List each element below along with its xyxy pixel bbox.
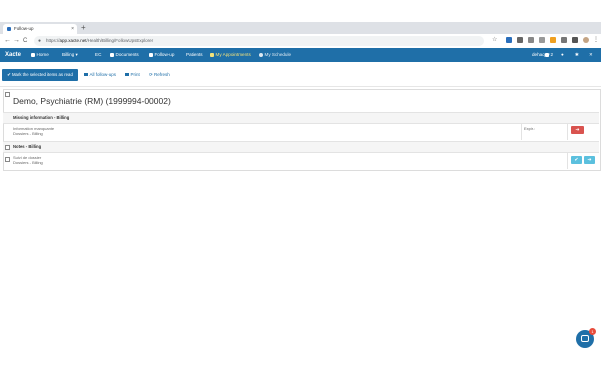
item-subtitle: Dossiers - Billing [13,160,43,165]
top-blank [0,0,601,22]
arrow-right-icon: ➜ [575,127,580,133]
section-header-notes: Notes - Billing [3,141,599,153]
messages-indicator[interactable]: 2 [545,48,553,62]
nav-item-follow-up[interactable]: Follow-up [149,48,174,62]
section-header-missing-info: Missing information - Billing [3,112,599,124]
patient-checkbox[interactable] [5,92,10,97]
divider [567,123,568,140]
forward-button[interactable]: ➜ [571,126,584,134]
browser-toolbar: ← → C ● https://app.xacte.net/Health/Bil… [0,34,601,49]
extension-icon[interactable] [539,37,545,43]
arrow-right-icon: ➜ [587,157,592,163]
browser-menu-icon[interactable]: ⋮ [593,37,599,43]
nav-item-my-schedule[interactable]: My Schedule [259,48,291,62]
extension-icon[interactable] [506,37,512,43]
favicon-icon [7,27,11,31]
nav-item-documents[interactable]: Documents [110,48,139,62]
chat-icon [581,335,589,342]
nav-item-my-appointments[interactable]: My Appointments [210,48,251,62]
app-navbar: Xacte Home Billing ▾ EC Documents Follow… [0,48,601,62]
refresh-button[interactable]: ⟳ Refresh [149,69,170,81]
nav-item-patients[interactable]: Patients [186,48,203,62]
folder-icon [110,52,114,57]
mark-read-button[interactable]: ✔ Mark the selected items as read [2,69,78,81]
section-title: Notes - Billing [13,144,42,149]
rss-icon[interactable] [550,37,556,43]
star-icon[interactable]: ☆ [492,37,497,43]
forward-button[interactable]: ➜ [584,156,595,164]
reload-button[interactable]: C [23,36,27,46]
divider [567,152,568,169]
nav-item-billing[interactable]: Billing ▾ [62,48,78,62]
profile-avatar[interactable] [583,37,589,43]
divider [521,123,522,140]
tab-title: Follow-up [14,26,34,31]
tab-close-icon[interactable]: × [71,24,74,34]
extension-icon[interactable] [528,37,534,43]
print-icon [125,72,129,76]
new-tab-button[interactable]: + [81,23,86,33]
brand-logo[interactable]: Xacte [5,48,21,62]
check-icon: ✔ [574,157,579,163]
chat-badge: 1 [589,328,596,335]
message-icon [545,52,549,57]
back-button[interactable]: ← [4,36,11,46]
forward-button[interactable]: → [13,36,20,46]
item-subtitle: Dossiers - Billing [13,131,43,136]
extension-icon[interactable] [561,37,567,43]
expiry-label: Expir.: [524,126,536,131]
settings-icon[interactable]: ✱ [575,48,579,62]
clock-icon [259,52,263,57]
browser-tabstrip: Follow-up × + [0,22,601,34]
url-text: https://app.xacte.net/Health/Billing/Fol… [46,38,154,43]
close-icon[interactable]: ✕ [589,48,593,62]
item-checkbox[interactable] [5,157,10,162]
help-icon[interactable]: ● [561,48,564,62]
section-checkbox[interactable] [5,145,10,150]
patient-name: Demo, Psychiatrie (RM) (1999994-00002) [13,96,171,106]
section-title: Missing information - Billing [13,115,70,120]
mark-done-button[interactable]: ✔ [571,156,582,164]
lock-icon: ● [38,38,42,44]
address-bar[interactable]: ● https://app.xacte.net/Health/Billing/F… [34,36,484,46]
browser-tab[interactable]: Follow-up × [3,24,77,34]
nav-item-home[interactable]: Home [31,48,49,62]
print-button[interactable]: Print [125,69,140,81]
comment-icon [149,52,153,57]
extension-icon[interactable] [517,37,523,43]
list-icon [84,72,88,76]
home-icon [31,52,35,57]
extension-icon[interactable] [572,37,578,43]
all-followups-button[interactable]: All follow-ups [84,69,116,81]
calendar-icon [210,52,214,57]
chat-launcher-button[interactable]: 1 [576,328,596,348]
nav-item-ec[interactable]: EC [95,48,101,62]
